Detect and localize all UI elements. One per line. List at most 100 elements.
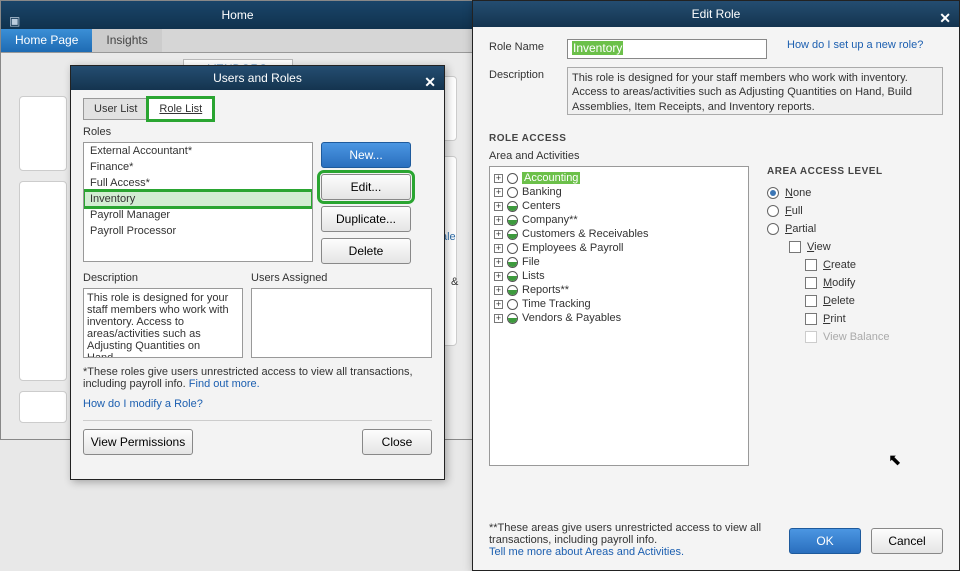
expand-icon[interactable]: +: [494, 314, 503, 323]
er-title: Edit Role: [692, 7, 741, 21]
list-item[interactable]: Payroll Manager: [84, 207, 312, 223]
radio-icon: [767, 205, 779, 217]
chk-print[interactable]: Print: [805, 313, 943, 325]
tree-label: Company**: [522, 214, 578, 226]
access-level-heading: AREA ACCESS LEVEL: [767, 166, 943, 177]
er-description-label: Description: [489, 67, 559, 81]
chk-view[interactable]: View: [789, 241, 943, 253]
status-icon: [507, 313, 518, 324]
chk-create[interactable]: Create: [805, 259, 943, 271]
tell-me-more-link[interactable]: Tell me more about Areas and Activities.: [489, 546, 684, 558]
chk-label: Delete: [823, 295, 855, 307]
list-item-selected[interactable]: Inventory: [84, 191, 312, 207]
list-item[interactable]: Full Access*: [84, 175, 312, 191]
description-box: This role is designed for your staff mem…: [83, 288, 243, 358]
edit-button[interactable]: Edit...: [321, 174, 411, 200]
tree-item[interactable]: +Employees & Payroll: [492, 241, 746, 255]
expand-icon[interactable]: +: [494, 202, 503, 211]
tree-label: Lists: [522, 270, 545, 282]
delete-button[interactable]: Delete: [321, 238, 411, 264]
close-button[interactable]: Close: [362, 429, 432, 455]
tab-role-list[interactable]: Role List: [148, 98, 213, 120]
expand-icon[interactable]: +: [494, 272, 503, 281]
role-access-heading: ROLE ACCESS: [489, 133, 943, 144]
find-out-more-link[interactable]: Find out more.: [189, 378, 260, 390]
chk-label: View Balance: [823, 331, 889, 343]
tree-item[interactable]: +Time Tracking: [492, 297, 746, 311]
chk-label: Print: [823, 313, 846, 325]
tree-label: Vendors & Payables: [522, 312, 621, 324]
status-icon: [507, 173, 518, 184]
tree-label: Reports**: [522, 284, 569, 296]
cancel-button[interactable]: Cancel: [871, 528, 943, 554]
chk-modify[interactable]: Modify: [805, 277, 943, 289]
new-button[interactable]: New...: [321, 142, 411, 168]
fragment-text: &: [451, 276, 458, 288]
main-titlebar: ▣ Home: [1, 1, 474, 29]
ur-title: Users and Roles: [213, 71, 302, 85]
radio-label: Full: [785, 205, 803, 217]
tree-item[interactable]: +Centers: [492, 199, 746, 213]
chk-view-balance: View Balance: [805, 331, 943, 343]
tab-user-list[interactable]: User List: [83, 98, 148, 120]
main-title: Home: [221, 8, 253, 22]
view-permissions-button[interactable]: View Permissions: [83, 429, 193, 455]
ur-titlebar: Users and Roles ✕: [71, 66, 444, 90]
modify-role-link[interactable]: How do I modify a Role?: [83, 398, 203, 410]
close-icon[interactable]: ✕: [424, 70, 436, 94]
area-tree[interactable]: +Accounting+Banking+Centers+Company**+Cu…: [489, 166, 749, 466]
status-icon: [507, 215, 518, 226]
tree-item[interactable]: + Banking: [492, 185, 746, 199]
radio-partial[interactable]: Partial: [767, 223, 943, 235]
status-icon: [507, 271, 518, 282]
tree-label: Banking: [522, 186, 562, 198]
checkbox-icon: [805, 295, 817, 307]
chk-label: Create: [823, 259, 856, 271]
status-icon: [507, 299, 518, 310]
expand-icon[interactable]: +: [494, 188, 503, 197]
radio-icon: [767, 223, 779, 235]
tree-item[interactable]: + Reports**: [492, 283, 746, 297]
duplicate-button[interactable]: Duplicate...: [321, 206, 411, 232]
description-label: Description: [83, 272, 243, 284]
close-icon[interactable]: ✕: [939, 5, 951, 31]
radio-label: None: [785, 187, 811, 199]
list-item[interactable]: Payroll Processor: [84, 223, 312, 239]
tree-label: Customers & Receivables: [522, 228, 649, 240]
chk-delete[interactable]: Delete: [805, 295, 943, 307]
tree-item[interactable]: + Company**: [492, 213, 746, 227]
expand-icon[interactable]: +: [494, 230, 503, 239]
role-name-input[interactable]: Inventory: [567, 39, 767, 59]
tree-item[interactable]: + Vendors & Payables: [492, 311, 746, 325]
edit-role-dialog: Edit Role ✕ Role Name Inventory How do I…: [472, 0, 960, 571]
expand-icon[interactable]: +: [494, 300, 503, 309]
radio-label: Partial: [785, 223, 816, 235]
expand-icon[interactable]: +: [494, 258, 503, 267]
checkbox-icon: [805, 259, 817, 271]
expand-icon[interactable]: +: [494, 286, 503, 295]
checkbox-icon: [789, 241, 801, 253]
ur-tabs: User List Role List: [83, 98, 432, 120]
setup-role-help-link[interactable]: How do I set up a new role?: [787, 39, 923, 51]
radio-full[interactable]: Full: [767, 205, 943, 217]
er-note: **These areas give users unrestricted ac…: [489, 522, 789, 546]
users-assigned-box: [251, 288, 432, 358]
users-assigned-label: Users Assigned: [251, 272, 432, 284]
tree-item[interactable]: + Lists: [492, 269, 746, 283]
role-name-value: Inventory: [572, 41, 623, 55]
list-item[interactable]: Finance*: [84, 159, 312, 175]
status-icon: [507, 229, 518, 240]
er-description-text[interactable]: This role is designed for your staff mem…: [567, 67, 943, 115]
window-icon: ▣: [9, 7, 20, 35]
list-item[interactable]: External Accountant*: [84, 143, 312, 159]
ok-button[interactable]: OK: [789, 528, 861, 554]
radio-none[interactable]: None: [767, 187, 943, 199]
tab-insights[interactable]: Insights: [92, 29, 161, 52]
roles-list[interactable]: External Accountant* Finance* Full Acces…: [83, 142, 313, 262]
tree-item[interactable]: + Customers & Receivables: [492, 227, 746, 241]
expand-icon[interactable]: +: [494, 216, 503, 225]
expand-icon[interactable]: +: [494, 244, 503, 253]
tree-item[interactable]: +File: [492, 255, 746, 269]
tree-item[interactable]: +Accounting: [492, 171, 746, 185]
expand-icon[interactable]: +: [494, 174, 503, 183]
